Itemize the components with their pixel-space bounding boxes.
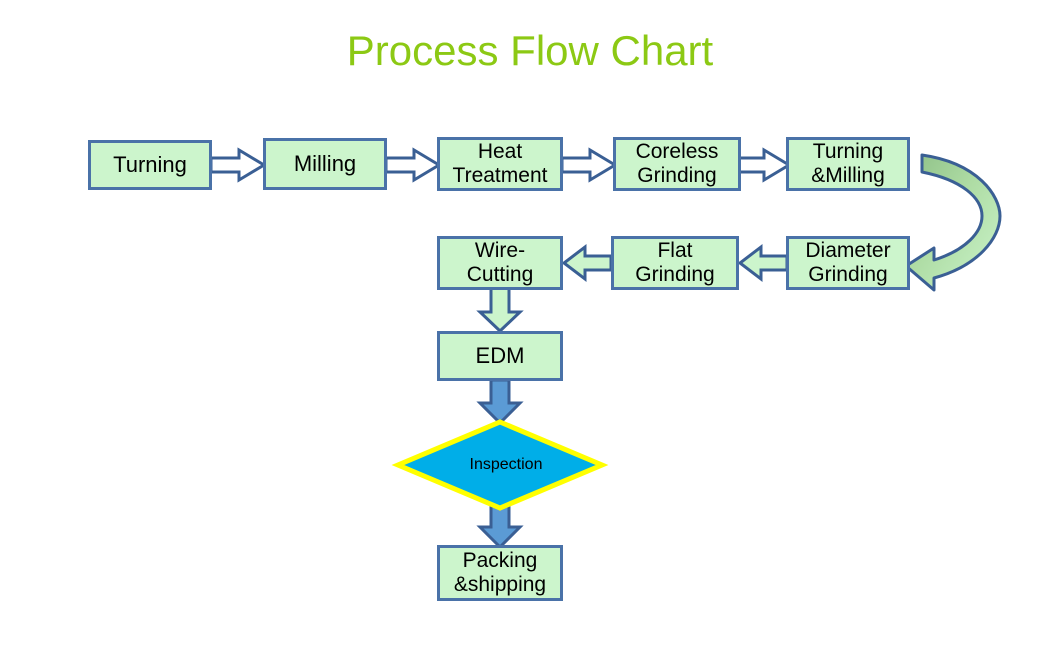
connector-heat-treatment-to-coreless-grinding bbox=[560, 147, 618, 183]
page-title: Process Flow Chart bbox=[346, 27, 714, 74]
node-diameter-grinding[interactable]: Diameter Grinding bbox=[786, 236, 910, 290]
node-turning-milling-label: Turning &Milling bbox=[811, 140, 885, 187]
node-wire-cutting[interactable]: Wire- Cutting bbox=[437, 236, 563, 290]
node-packing-shipping-label: Packing &shipping bbox=[453, 549, 547, 596]
flowchart-canvas: Process Flow Chart Turning Milling Heat … bbox=[0, 0, 1060, 657]
node-turning-milling[interactable]: Turning &Milling bbox=[786, 137, 910, 191]
node-edm-label: EDM bbox=[475, 342, 525, 368]
node-coreless-grinding-label: Coreless Grinding bbox=[635, 140, 719, 187]
connector-diameter-grinding-to-flat-grinding bbox=[737, 243, 789, 283]
connector-wire-cutting-to-edm bbox=[476, 286, 524, 334]
node-heat-treatment-label: Heat Treatment bbox=[452, 140, 548, 187]
node-milling[interactable]: Milling bbox=[263, 138, 387, 190]
node-edm[interactable]: EDM bbox=[437, 331, 563, 381]
node-milling-label: Milling bbox=[293, 150, 357, 176]
node-flat-grinding[interactable]: Flat Grinding bbox=[611, 236, 739, 290]
node-turning-label: Turning bbox=[113, 151, 187, 177]
node-flat-grinding-label: Flat Grinding bbox=[635, 239, 715, 286]
node-packing-shipping[interactable]: Packing &shipping bbox=[437, 545, 563, 601]
node-coreless-grinding[interactable]: Coreless Grinding bbox=[613, 137, 741, 191]
node-inspection[interactable]: Inspection bbox=[391, 418, 609, 512]
node-diameter-grinding-label: Diameter Grinding bbox=[805, 239, 891, 286]
node-turning[interactable]: Turning bbox=[88, 140, 212, 190]
connector-turning-to-milling bbox=[209, 147, 267, 183]
connector-coreless-grinding-to-turning-milling bbox=[737, 147, 792, 183]
node-wire-cutting-label: Wire- Cutting bbox=[466, 239, 534, 286]
connector-milling-to-heat-treatment bbox=[384, 147, 442, 183]
connector-turning-milling-to-diameter-grinding bbox=[900, 138, 1020, 293]
connector-flat-grinding-to-wire-cutting bbox=[561, 243, 613, 283]
node-heat-treatment[interactable]: Heat Treatment bbox=[437, 137, 563, 191]
